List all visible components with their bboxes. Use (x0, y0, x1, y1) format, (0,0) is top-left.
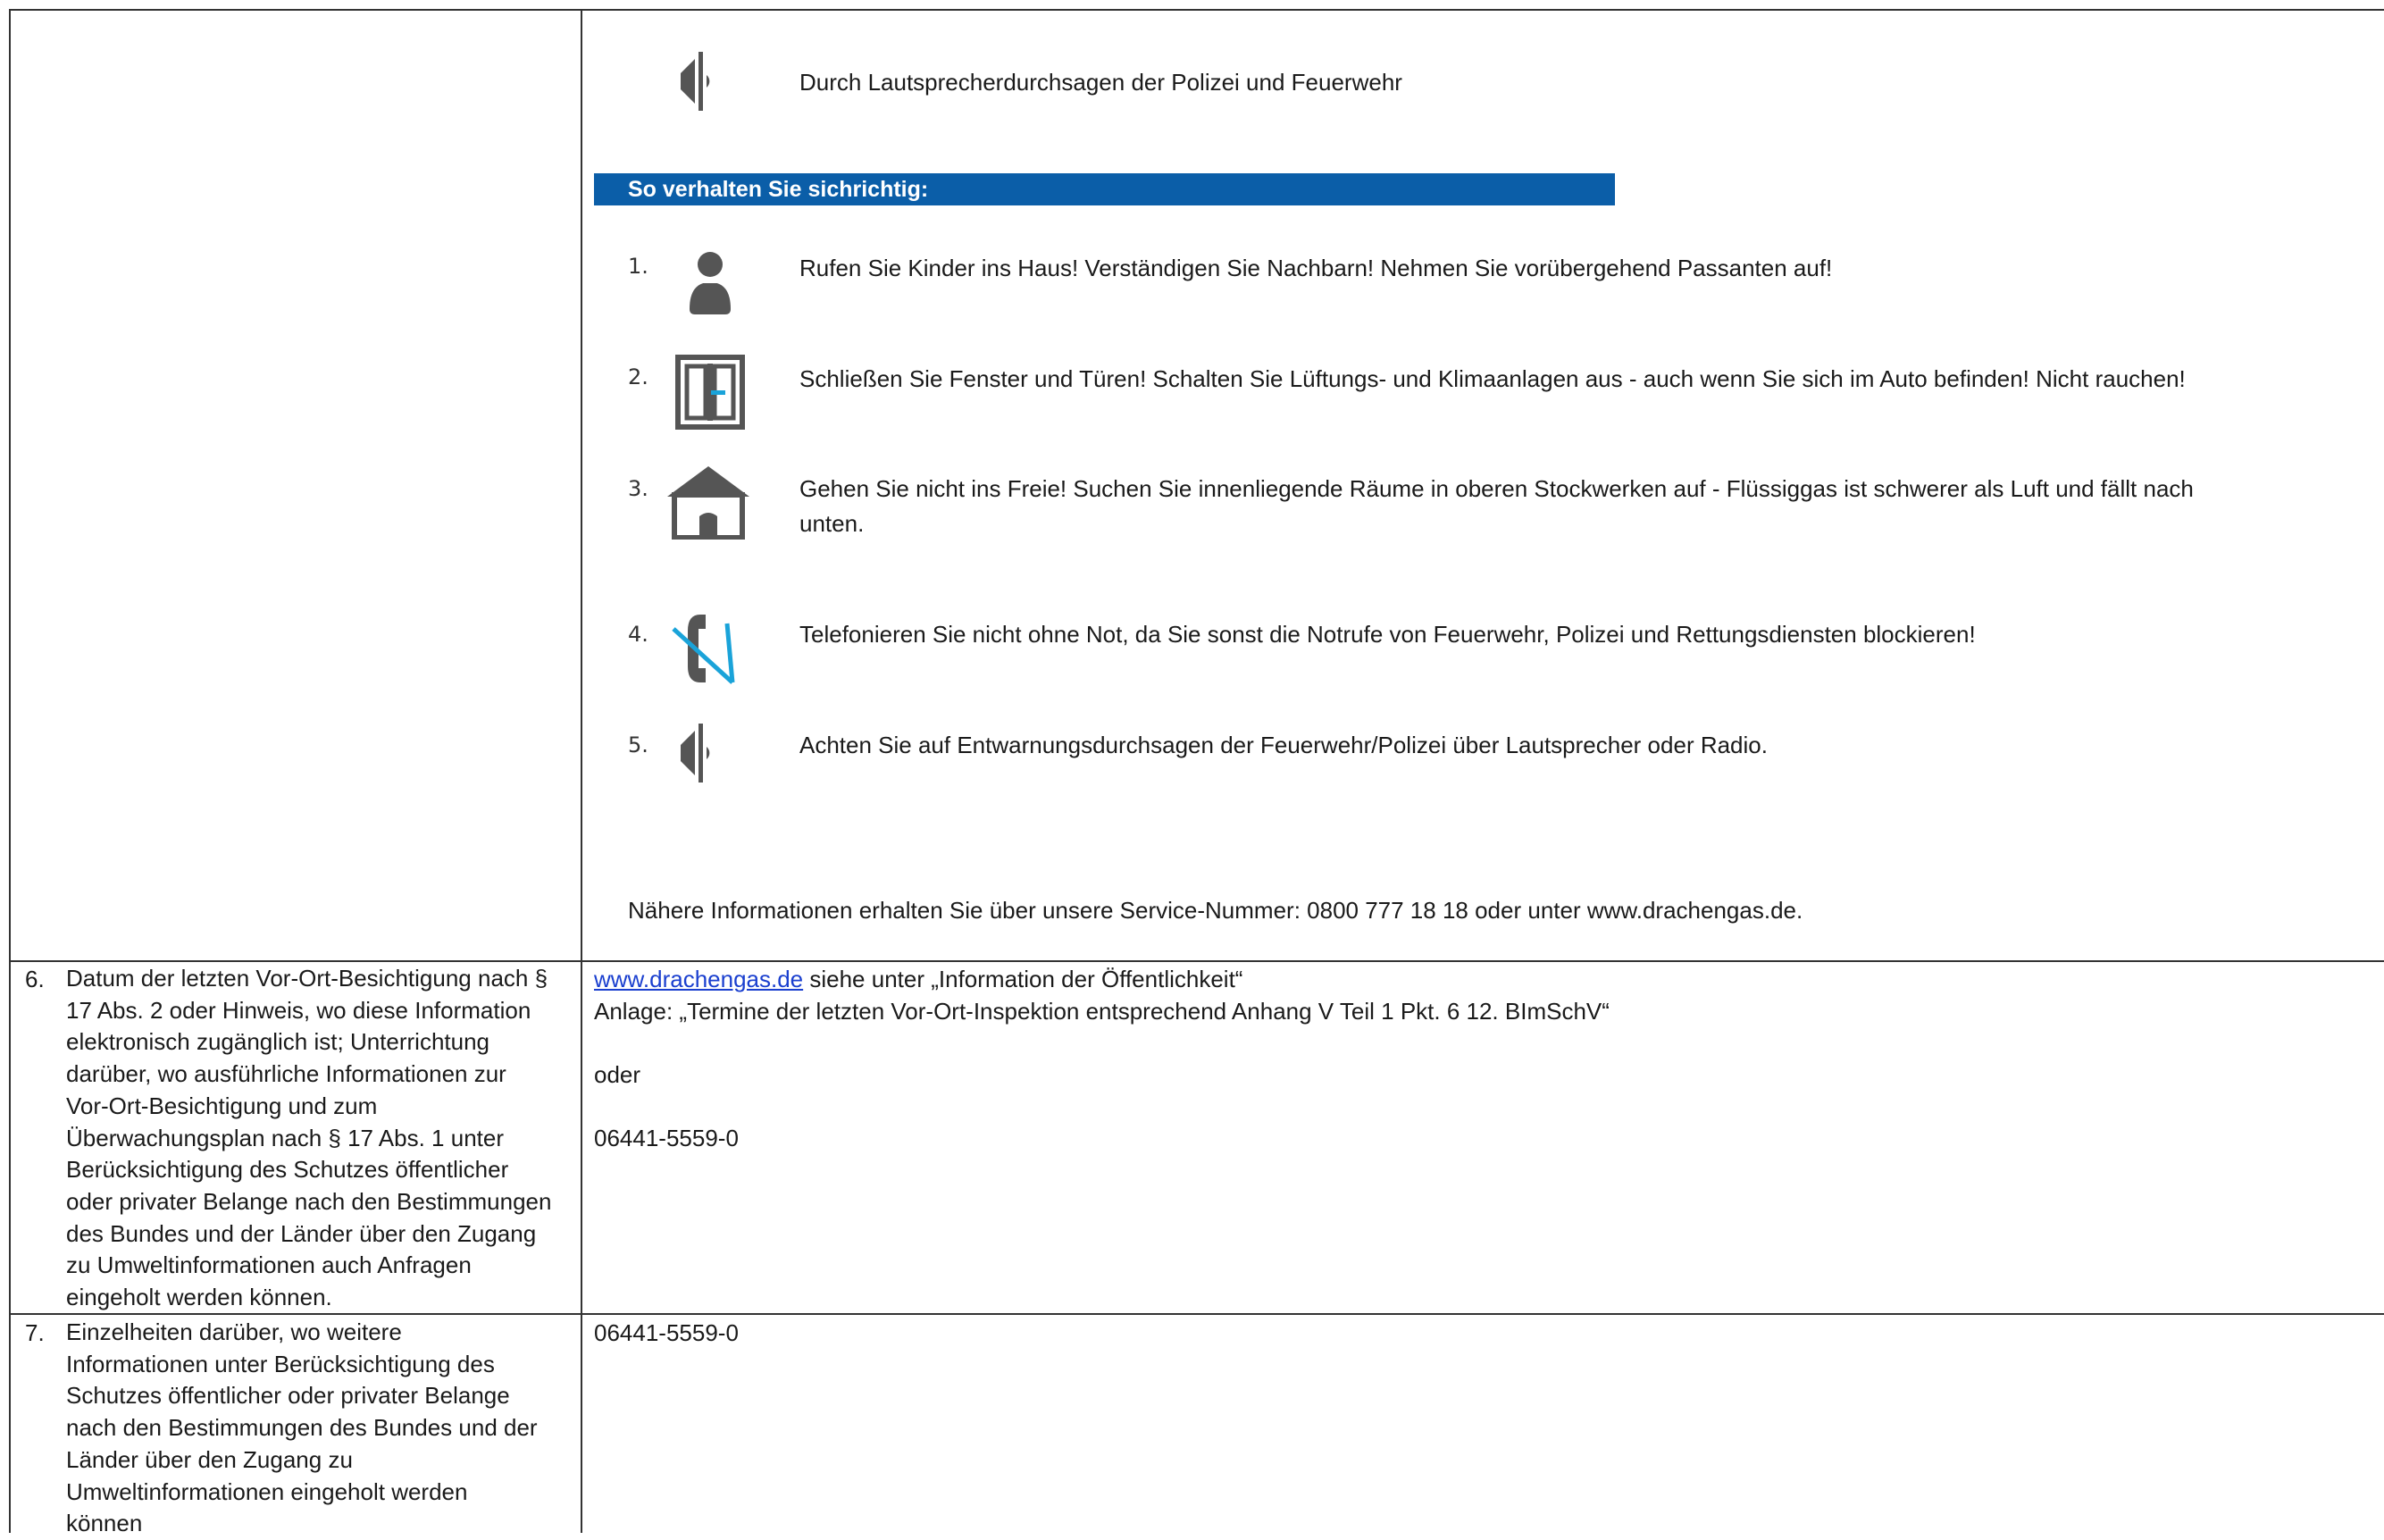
document-page: Durch Lautsprecherdurchsagen der Polizei… (0, 0, 2384, 1536)
step-text: Telefonieren Sie nicht ohne Not, da Sie … (799, 621, 1976, 648)
door-window-icon (675, 355, 745, 434)
row-number: 6. (25, 966, 45, 992)
description-line: Überwachungsplan nach § 17 Abs. 1 unter (66, 1124, 505, 1151)
description-line: nach den Bestimmungen des Bundes und der (66, 1414, 538, 1442)
row-description: Einzelheiten darüber, wo weitere Informa… (66, 1317, 575, 1540)
house-icon (665, 465, 751, 544)
step-text: Gehen Sie nicht ins Freie! Suchen Sie in… (799, 475, 2194, 502)
step-number: 3. (628, 476, 648, 501)
website-line: www.drachengas.de siehe unter „Informati… (594, 963, 1242, 995)
step-text-continued: unten. (799, 510, 865, 537)
description-line: Berücksichtigung des Schutzes öffentlich… (66, 1156, 509, 1184)
website-suffix: siehe unter „Information der Öffentlichk… (803, 966, 1243, 992)
description-line: 17 Abs. 2 oder Hinweis, wo diese Informa… (66, 996, 531, 1024)
description-line: elektronisch zugänglich ist; Unterrichtu… (66, 1028, 490, 1056)
description-line: darüber, wo ausführliche Informationen z… (66, 1060, 506, 1088)
description-line: Informationen unter Berücksichtigung des (66, 1350, 495, 1377)
description-line: zu Umweltinformationen auch Anfragen (66, 1251, 472, 1279)
speaker-icon (677, 722, 727, 789)
table-row-divider-1 (9, 960, 2384, 962)
step-text: Achten Sie auf Entwarnungsdurchsagen der… (799, 732, 1768, 758)
row-description: Datum der letzten Vor-Ort-Besichtigung n… (66, 963, 575, 1314)
description-line: oder privater Belange nach den Bestimmun… (66, 1187, 552, 1215)
step-text: Rufen Sie Kinder ins Haus! Verständigen … (799, 255, 1833, 281)
step-number: 1. (628, 254, 648, 279)
speaker-icon (677, 50, 727, 117)
description-line: Schutzes öffentlicher oder privater Bela… (66, 1382, 510, 1410)
heading-text: So verhalten Sie sichrichtig: (628, 177, 929, 202)
step-number: 2. (628, 364, 648, 389)
step-text: Schließen Sie Fenster und Türen! Schalte… (799, 365, 2186, 392)
description-line: Länder über den Zugang zu (66, 1445, 353, 1473)
step-number: 4. (628, 622, 648, 647)
website-link[interactable]: www.drachengas.de (594, 966, 803, 992)
person-icon (688, 250, 732, 319)
description-line: eingeholt werden können. (66, 1284, 332, 1311)
description-line: Datum der letzten Vor-Ort-Besichtigung n… (66, 965, 548, 992)
service-info-text: Nähere Informationen erhalten Sie über u… (628, 897, 1803, 924)
no-phone-icon (670, 611, 741, 692)
description-line: können (66, 1510, 143, 1537)
step-number: 5. (628, 732, 648, 757)
description-line: Vor-Ort-Besichtigung und zum (66, 1092, 378, 1119)
table-border-top (9, 9, 2384, 11)
description-line: Umweltinformationen eingeholt werden (66, 1477, 468, 1505)
phone-number: 06441-5559-0 (594, 1125, 739, 1151)
table-border-left (9, 9, 11, 1533)
row-number: 7. (25, 1319, 45, 1346)
description-line: Einzelheiten darüber, wo weitere (66, 1318, 402, 1345)
phone-number: 06441-5559-0 (594, 1319, 739, 1346)
anlage-text: Anlage: „Termine der letzten Vor-Ort-Ins… (594, 998, 1610, 1025)
intro-text: Durch Lautsprecherdurchsagen der Polizei… (799, 69, 1402, 96)
oder-text: oder (594, 1061, 641, 1088)
heading-bar: So verhalten Sie sichrichtig: (594, 173, 1615, 205)
description-line: des Bundes und der Länder über den Zugan… (66, 1219, 537, 1247)
table-column-divider (581, 9, 582, 1533)
